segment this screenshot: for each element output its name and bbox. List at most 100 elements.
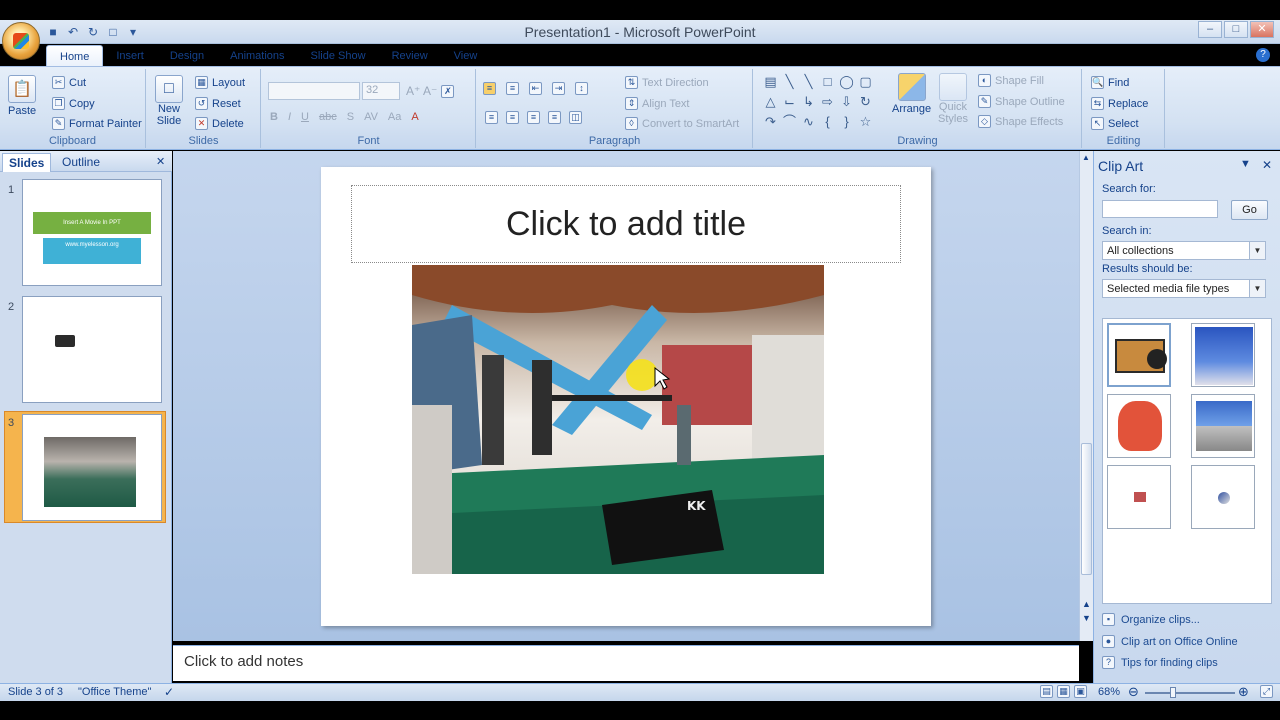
curve-shape-icon[interactable]: ⌒ — [781, 113, 798, 130]
maximize-icon[interactable]: □ — [1224, 21, 1248, 38]
previous-slide-icon[interactable]: ▲ — [1082, 599, 1091, 609]
zoom-in-icon[interactable]: ⊕ — [1238, 684, 1249, 700]
shape-effects-button[interactable]: ◇ Shape Effects — [978, 115, 1063, 128]
wave-shape-icon[interactable]: ∿ — [800, 113, 817, 130]
delete-button[interactable]: ✕ Delete — [195, 117, 244, 130]
down-arrow-shape-icon[interactable]: ⇩ — [838, 93, 855, 110]
clip-item-movie-gear[interactable] — [1107, 323, 1171, 387]
line-shape-icon[interactable]: ╲ — [781, 73, 798, 90]
oval-shape-icon[interactable]: ◯ — [838, 73, 855, 90]
pane-options-icon[interactable]: ▼ — [1240, 158, 1251, 170]
format-painter-button[interactable]: ✎ Format Painter — [52, 117, 142, 130]
paste-button[interactable]: 📋 Paste — [8, 75, 36, 117]
tab-outline[interactable]: Outline — [56, 153, 106, 172]
tab-view[interactable]: View — [441, 45, 491, 67]
spell-check-icon[interactable]: ✓ — [164, 685, 174, 699]
next-slide-icon[interactable]: ▼ — [1082, 613, 1091, 623]
tab-slides[interactable]: Slides — [2, 153, 52, 172]
reset-button[interactable]: ↺ Reset — [195, 97, 241, 110]
movie-frame[interactable]: KK — [412, 265, 824, 574]
font-size-box[interactable]: 32 — [362, 82, 400, 100]
slide-sorter-icon[interactable]: ▦ — [1057, 685, 1070, 698]
text-box-shape-icon[interactable]: ▤ — [762, 73, 779, 90]
close-pane-icon[interactable]: ✕ — [150, 153, 171, 172]
connector-shape-icon[interactable]: ↳ — [800, 93, 817, 110]
tab-insert[interactable]: Insert — [103, 45, 157, 67]
list-buttons[interactable]: ≡ ≡ ⇤ ⇥ ↕ — [483, 82, 588, 95]
tab-slide-show[interactable]: Slide Show — [298, 45, 379, 67]
arc-shape-icon[interactable]: ↻ — [857, 93, 874, 110]
brace-right-shape-icon[interactable]: } — [838, 113, 855, 130]
rounded-rect-shape-icon[interactable]: ▢ — [857, 73, 874, 90]
right-arrow-shape-icon[interactable]: ⇨ — [819, 93, 836, 110]
office-button[interactable] — [2, 22, 40, 60]
tips-link[interactable]: ? Tips for finding clips — [1102, 656, 1218, 669]
help-icon[interactable]: ? — [1256, 48, 1270, 62]
freeform-shape-icon[interactable]: ↷ — [762, 113, 779, 130]
arrange-button[interactable]: Arrange — [892, 73, 931, 115]
zoom-slider[interactable] — [1145, 692, 1235, 694]
go-button[interactable]: Go — [1231, 200, 1268, 220]
scroll-up-icon[interactable]: ▲ — [1082, 153, 1090, 162]
zoom-out-icon[interactable]: ⊖ — [1128, 684, 1139, 700]
text-direction-button[interactable]: ⇅ Text Direction — [625, 76, 709, 89]
tab-animations[interactable]: Animations — [217, 45, 297, 67]
search-input[interactable] — [1102, 200, 1218, 218]
star-shape-icon[interactable]: ☆ — [857, 113, 874, 130]
zoom-level[interactable]: 68% — [1098, 686, 1120, 698]
tab-home[interactable]: Home — [46, 45, 104, 67]
tab-review[interactable]: Review — [379, 45, 441, 67]
shapes-gallery[interactable]: ▤ ╲ ╲ □ ◯ ▢ △ ⌙ ↳ ⇨ ⇩ ↻ ↷ ⌒ ∿ { } ☆ — [762, 73, 874, 130]
clip-item-small-2[interactable] — [1191, 465, 1255, 529]
close-icon[interactable]: ✕ — [1250, 21, 1274, 38]
save-icon[interactable]: ■ — [46, 25, 60, 39]
brace-left-shape-icon[interactable]: { — [819, 113, 836, 130]
shape-outline-button[interactable]: ✎ Shape Outline — [978, 95, 1065, 108]
organize-clips-link[interactable]: ▪ Organize clips... — [1102, 613, 1200, 626]
fit-slide-icon[interactable]: ⤢ — [1260, 685, 1273, 698]
notes-pane[interactable]: Click to add notes — [173, 645, 1079, 681]
triangle-shape-icon[interactable]: △ — [762, 93, 779, 110]
minimize-icon[interactable]: – — [1198, 21, 1222, 38]
elbow-shape-icon[interactable]: ⌙ — [781, 93, 798, 110]
undo-icon[interactable]: ↶ — [66, 25, 80, 39]
align-text-button[interactable]: ⇕ Align Text — [625, 97, 690, 110]
quick-styles-button[interactable]: Quick Styles — [938, 73, 968, 125]
font-style-buttons[interactable]: B I Uabc S AV Aa A — [270, 111, 419, 123]
new-document-icon[interactable]: □ — [106, 25, 120, 39]
replace-button[interactable]: ⇆ Replace — [1091, 97, 1148, 110]
title-placeholder[interactable]: Click to add title — [351, 185, 901, 263]
customize-toolbar-icon[interactable]: ▾ — [126, 25, 140, 39]
line2-shape-icon[interactable]: ╲ — [800, 73, 817, 90]
font-grow-shrink[interactable]: A⁺ A⁻ ✗ — [406, 84, 455, 98]
scroll-thumb[interactable] — [1081, 443, 1092, 575]
clip-item-film-reel[interactable] — [1107, 394, 1171, 458]
convert-smartart-button[interactable]: ◊ Convert to SmartArt — [625, 117, 739, 130]
shape-fill-button[interactable]: ◐ Shape Fill — [978, 74, 1044, 87]
clip-item-small-1[interactable] — [1107, 465, 1171, 529]
font-name-box[interactable] — [268, 82, 360, 100]
normal-view-icon[interactable]: ▤ — [1040, 685, 1053, 698]
select-button[interactable]: ↖ Select — [1091, 117, 1139, 130]
zoom-slider-thumb[interactable] — [1170, 687, 1176, 698]
view-buttons[interactable]: ▤ ▦ ▣ — [1040, 685, 1087, 698]
clip-item-audience[interactable] — [1191, 323, 1255, 387]
find-button[interactable]: 🔍 Find — [1091, 76, 1129, 89]
copy-button[interactable]: ❐ Copy — [52, 97, 95, 110]
clip-item-computers[interactable] — [1191, 394, 1255, 458]
slide-thumb-2[interactable] — [22, 296, 162, 403]
slide-thumb-1[interactable]: Insert A Movie In PPT www.myelesson.org — [22, 179, 162, 286]
search-in-select[interactable]: All collections ▼ — [1102, 241, 1266, 260]
slide-show-icon[interactable]: ▣ — [1074, 685, 1087, 698]
tab-design[interactable]: Design — [157, 45, 217, 67]
redo-icon[interactable]: ↻ — [86, 25, 100, 39]
close-pane-icon[interactable]: ✕ — [1262, 158, 1272, 172]
slide-thumb-3[interactable] — [22, 414, 162, 521]
slide-scrollbar[interactable]: ▲ ▲ ▼ — [1079, 151, 1093, 641]
clip-art-online-link[interactable]: ● Clip art on Office Online — [1102, 635, 1238, 648]
results-type-select[interactable]: Selected media file types ▼ — [1102, 279, 1266, 298]
new-slide-button[interactable]: □ New Slide — [155, 75, 183, 127]
rectangle-shape-icon[interactable]: □ — [819, 73, 836, 90]
layout-button[interactable]: ▦ Layout — [195, 76, 245, 89]
align-buttons[interactable]: ≡ ≡ ≡ ≡ ◫ — [485, 111, 582, 124]
